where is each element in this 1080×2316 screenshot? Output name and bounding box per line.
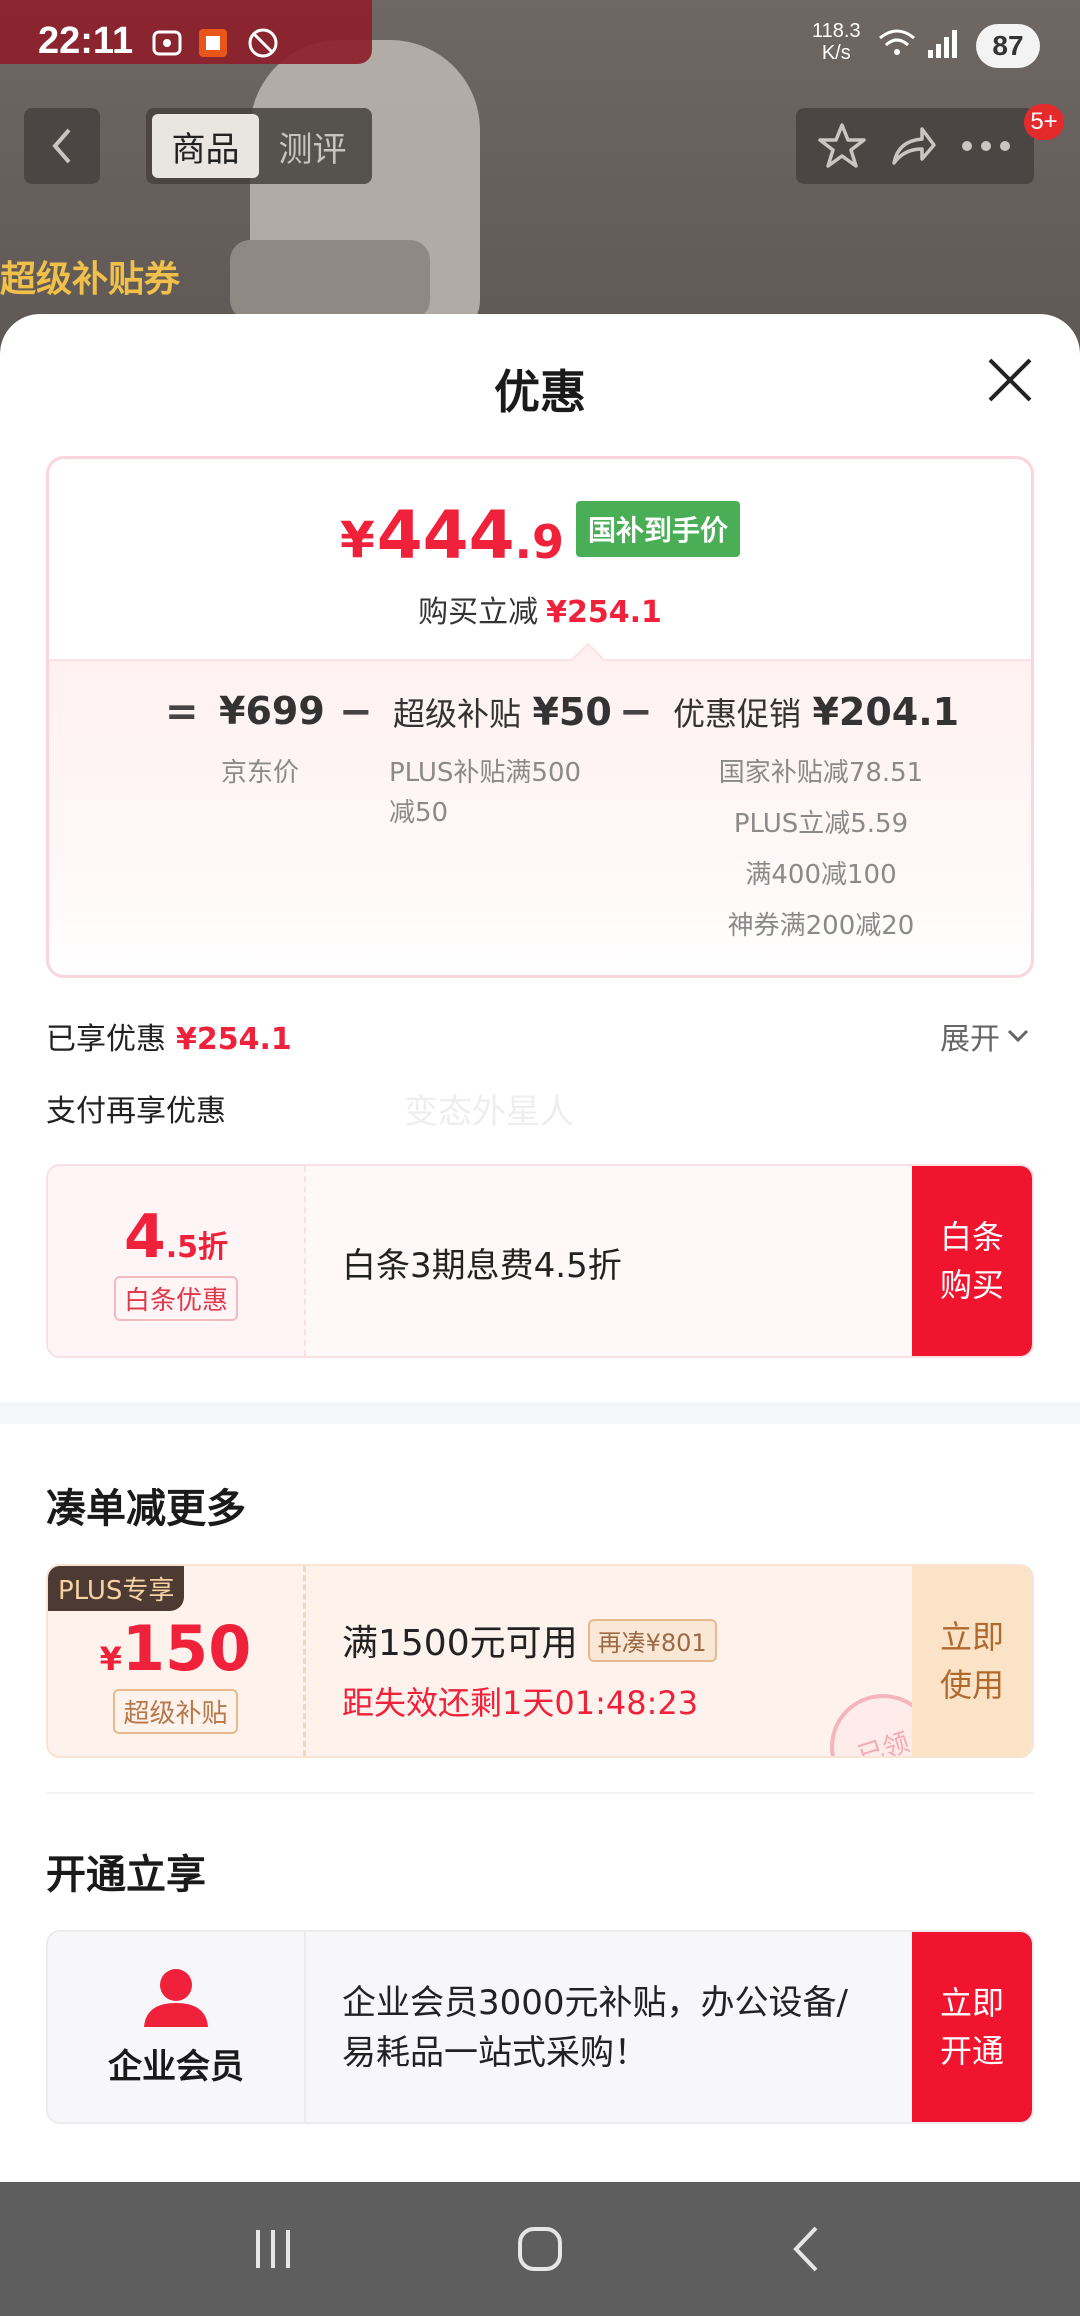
promo-note-4: 神券满200减20 (727, 911, 915, 941)
promo-note-3: 满400减100 (745, 860, 897, 890)
nav-actions (796, 108, 1034, 184)
tab-product[interactable]: 商品 (152, 114, 259, 178)
close-icon[interactable] (984, 354, 1036, 406)
thin-divider (46, 1792, 1034, 1794)
baitiao-desc: 白条3期息费4.5折 (342, 1246, 622, 1286)
baitiao-rate-section: 4.5折 白条优惠 (48, 1166, 306, 1356)
star-icon[interactable] (817, 121, 867, 171)
back-button[interactable] (24, 108, 100, 184)
member-label: 企业会员 (108, 2046, 244, 2087)
formula-subsidy: 超级补贴 ¥50 (393, 690, 612, 734)
instant-discount: 购买立减 ¥254.1 (49, 587, 1031, 631)
member-offer-card: 企业会员 企业会员3000元补贴，办公设备/易耗品一站式采购！ 立即开通 (46, 1930, 1034, 2124)
watermark: 变态外星人 (404, 1092, 574, 1132)
baitiao-buy-button[interactable]: 白条购买 (912, 1166, 1032, 1356)
recent-apps-icon[interactable] (248, 2224, 298, 2274)
back-icon[interactable] (782, 2224, 832, 2274)
coupon-extra-needed: 再凑¥801 (587, 1618, 717, 1662)
coupon-expire: 距失效还剩1天01:48:23 (342, 1684, 699, 1722)
formula-minus-2: − (619, 689, 653, 735)
section-divider (0, 1402, 1080, 1424)
product-image-base (230, 240, 430, 320)
expand-label: 展开 (940, 1022, 1000, 1057)
price-formula-section: = ¥699 − 超级补贴 ¥50 − 优惠促销 ¥204.1 京东价 PLUS… (49, 659, 1031, 975)
user-icon (144, 1968, 208, 2027)
expand-button[interactable]: 展开 (940, 1014, 1030, 1058)
base-note: 京东价 (221, 758, 300, 788)
coupon-condition: 满1500元可用 再凑¥801 (342, 1614, 717, 1666)
open-member-button[interactable]: 立即开通 (912, 1932, 1032, 2122)
open-section-title: 开通立享 (46, 1852, 206, 1898)
battery-indicator: 87 (976, 24, 1040, 68)
formula-equals: = (165, 689, 199, 735)
coupon-amount: ¥150 (99, 1612, 252, 1685)
enjoyed-label: 已享优惠 (46, 1022, 166, 1057)
instant-discount-value: ¥254.1 (546, 595, 662, 630)
screenshot-icon (152, 30, 182, 56)
promo-note-2: PLUS立减5.59 (733, 809, 909, 839)
system-navigation-bar (0, 2182, 1080, 2316)
status-bar: 22:11 118.3 K/s 87 (0, 0, 1080, 92)
back-arrow-icon (52, 128, 71, 164)
price-breakdown-card: ¥ 444 .9 国补到手价 购买立减 ¥254.1 = ¥699 − 超级补贴 … (46, 456, 1034, 978)
final-price: ¥ 444 .9 国补到手价 (49, 501, 1031, 569)
price-decimal: .9 (514, 515, 565, 569)
more-section-title: 凑单减更多 (46, 1486, 246, 1532)
plus-exclusive-label: PLUS专享 (48, 1566, 185, 1611)
subsidy-note-1: PLUS补贴满500 (389, 758, 582, 788)
baitiao-rate: 4.5折 (123, 1201, 229, 1272)
formula-minus-1: − (339, 689, 373, 735)
sheet-title: 优惠 (494, 365, 586, 419)
promo-note-1: 国家补贴减78.51 (718, 758, 924, 788)
coupon-tag: 超级补贴 (113, 1689, 238, 1734)
chevron-down-icon (1007, 1029, 1029, 1043)
pay-more-label: 支付再享优惠 (46, 1094, 226, 1129)
product-tabs: 商品 测评 (146, 108, 372, 184)
more-icon[interactable] (959, 136, 1013, 156)
tab-review[interactable]: 测评 (259, 114, 366, 178)
final-price-section: ¥ 444 .9 国补到手价 购买立减 ¥254.1 (49, 459, 1031, 659)
baitiao-tag: 白条优惠 (113, 1275, 238, 1321)
enjoyed-value: ¥254.1 (176, 1022, 292, 1057)
coupon-amount-section: PLUS专享 ¥150 超级补贴 (48, 1566, 306, 1756)
blocked-icon (248, 28, 278, 58)
instant-discount-label: 购买立减 (418, 595, 539, 630)
status-time: 22:11 (38, 20, 134, 62)
price-currency: ¥ (339, 511, 375, 569)
subsidy-note-2: 减50 (389, 798, 449, 828)
promo-tag: 超级补贴券 (0, 259, 181, 300)
coupon-card: PLUS专享 ¥150 超级补贴 满1500元可用 再凑¥801 距失效还剩1天… (46, 1564, 1034, 1758)
home-icon[interactable] (515, 2224, 565, 2274)
use-coupon-button[interactable]: 立即使用 (912, 1566, 1032, 1756)
signal-icon (928, 30, 957, 58)
price-integer: 444 (376, 497, 515, 574)
formula-promo: 优惠促销 ¥204.1 (673, 690, 960, 734)
member-section: 企业会员 (48, 1932, 306, 2122)
formula-base-value: ¥699 (219, 689, 325, 733)
net-speed: 118.3 K/s (812, 20, 861, 64)
notification-badge: 5+ (1024, 104, 1064, 140)
price-type-tag: 国补到手价 (576, 501, 741, 557)
wifi-icon (879, 29, 915, 55)
baitiao-offer-card: 4.5折 白条优惠 白条3期息费4.5折 白条购买 (46, 1164, 1034, 1358)
enjoyed-discount: 已享优惠 ¥254.1 (46, 1014, 292, 1058)
member-desc: 企业会员3000元补贴，办公设备/易耗品一站式采购！ (342, 1983, 848, 2073)
discount-sheet: 优惠 ¥ 444 .9 国补到手价 购买立减 ¥254.1 = ¥699 − 超级… (0, 314, 1080, 2182)
coupon-condition-text: 满1500元可用 (342, 1623, 578, 1664)
slow-icon (199, 29, 227, 57)
share-icon[interactable] (888, 121, 938, 171)
